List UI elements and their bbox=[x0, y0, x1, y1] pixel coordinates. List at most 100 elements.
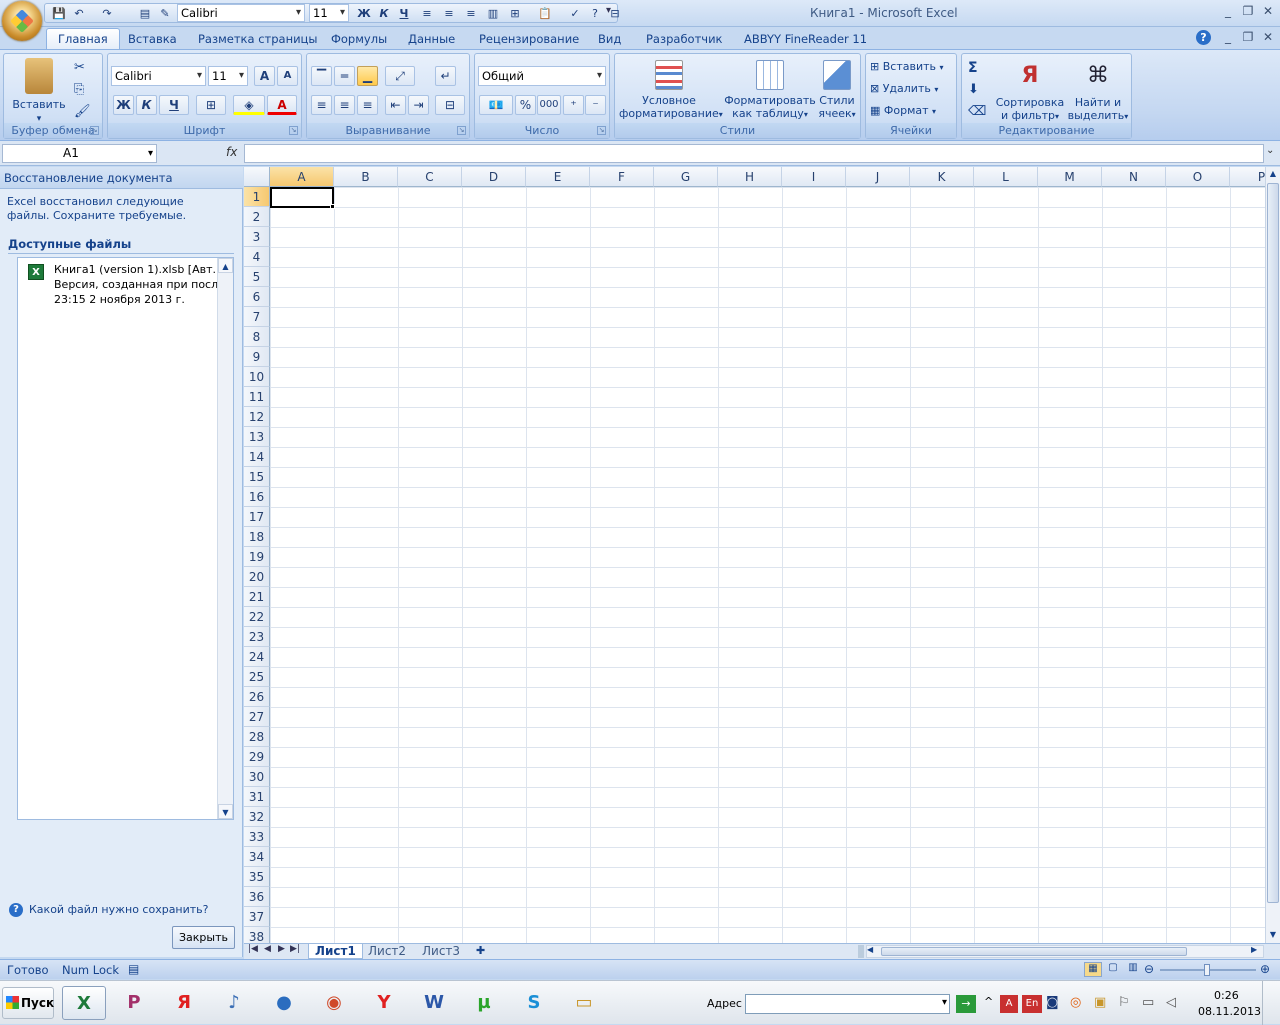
column-header[interactable]: L bbox=[974, 167, 1038, 187]
italic-button[interactable]: К bbox=[136, 95, 157, 115]
column-header[interactable]: D bbox=[462, 167, 526, 187]
recovered-file-item[interactable]: X Книга1 (version 1).xlsb [Авт... Версия… bbox=[20, 260, 229, 310]
next-sheet-icon[interactable]: ▶ bbox=[278, 944, 285, 954]
borders-icon[interactable]: ⊞ bbox=[196, 95, 226, 115]
tab-page-layout[interactable]: Разметка страницы bbox=[194, 30, 321, 49]
qat-font-combo[interactable]: Calibri bbox=[177, 4, 305, 22]
scroll-right-icon[interactable]: ▶ bbox=[1251, 945, 1257, 954]
align-center-icon[interactable]: ≡ bbox=[334, 95, 355, 115]
chrome-taskbar-icon[interactable]: ◉ bbox=[312, 986, 356, 1020]
row-header[interactable]: 17 bbox=[244, 507, 270, 527]
row-header[interactable]: 11 bbox=[244, 387, 270, 407]
excel-taskbar-icon[interactable]: X bbox=[62, 986, 106, 1020]
underline-button[interactable]: Ч bbox=[159, 95, 189, 115]
folder-taskbar-icon[interactable]: ▭ bbox=[562, 986, 606, 1020]
column-header[interactable]: F bbox=[590, 167, 654, 187]
row-header[interactable]: 8 bbox=[244, 327, 270, 347]
row-header[interactable]: 6 bbox=[244, 287, 270, 307]
row-header[interactable]: 14 bbox=[244, 447, 270, 467]
row-header[interactable]: 25 bbox=[244, 667, 270, 687]
row-header[interactable]: 19 bbox=[244, 547, 270, 567]
increase-indent-icon[interactable]: ⇥ bbox=[408, 95, 429, 115]
fill-icon[interactable]: ⬇ bbox=[968, 82, 979, 97]
tab-insert[interactable]: Вставка bbox=[124, 30, 181, 49]
go-icon[interactable]: → bbox=[956, 995, 976, 1013]
column-header[interactable]: N bbox=[1102, 167, 1166, 187]
address-dropdown-icon[interactable]: ▾ bbox=[942, 997, 947, 1008]
percent-button[interactable]: % bbox=[515, 95, 536, 115]
paste-special-icon[interactable]: 📋 bbox=[537, 6, 553, 21]
last-sheet-icon[interactable]: ▶| bbox=[290, 944, 300, 954]
active-cell[interactable] bbox=[270, 187, 334, 208]
formula-input[interactable] bbox=[244, 144, 1264, 163]
redo-icon[interactable]: ↷ bbox=[99, 6, 115, 21]
dialog-launcher-icon[interactable]: ↘ bbox=[90, 126, 99, 135]
doc-close-button[interactable]: ✕ bbox=[1258, 31, 1278, 45]
font-size-combo[interactable]: 11 bbox=[208, 66, 248, 86]
spell-icon[interactable]: ✓ bbox=[567, 6, 583, 21]
close-window-button[interactable]: ✕ bbox=[1258, 5, 1278, 19]
column-header[interactable]: C bbox=[398, 167, 462, 187]
h-scroll-thumb[interactable] bbox=[881, 947, 1187, 956]
align-right-icon[interactable]: ≡ bbox=[357, 95, 378, 115]
address-input[interactable]: ▾ bbox=[745, 994, 950, 1014]
row-header[interactable]: 38 bbox=[244, 927, 270, 943]
scroll-down-icon[interactable]: ▼ bbox=[1266, 928, 1280, 942]
language-indicator[interactable]: En bbox=[1022, 995, 1042, 1013]
format-cells-button[interactable]: ▦ Формат ▾ bbox=[870, 104, 936, 118]
tab-split-handle[interactable] bbox=[858, 945, 864, 958]
row-header[interactable]: 15 bbox=[244, 467, 270, 487]
merge-icon[interactable]: ⊞ bbox=[507, 6, 523, 21]
tab-data[interactable]: Данные bbox=[404, 30, 459, 49]
start-button[interactable]: Пуск bbox=[2, 987, 54, 1019]
dialog-launcher-icon[interactable]: ↘ bbox=[289, 126, 298, 135]
number-format-combo[interactable]: Общий bbox=[478, 66, 606, 86]
column-header[interactable]: M bbox=[1038, 167, 1102, 187]
column-header[interactable]: P bbox=[1230, 167, 1266, 187]
zoom-out-icon[interactable]: ⊖ bbox=[1144, 962, 1154, 976]
row-header[interactable]: 24 bbox=[244, 647, 270, 667]
qat-italic-button[interactable]: К bbox=[376, 6, 392, 21]
row-header[interactable]: 3 bbox=[244, 227, 270, 247]
publisher-taskbar-icon[interactable]: P bbox=[112, 986, 156, 1020]
column-header[interactable]: I bbox=[782, 167, 846, 187]
select-all-corner[interactable] bbox=[244, 167, 270, 187]
row-header[interactable]: 32 bbox=[244, 807, 270, 827]
tray-flag-icon[interactable]: ⚐ bbox=[1118, 995, 1130, 1010]
row-header[interactable]: 1 bbox=[244, 187, 270, 207]
align-top-icon[interactable]: ▔ bbox=[311, 66, 332, 86]
close-pane-button[interactable]: Закрыть bbox=[172, 926, 235, 949]
row-header[interactable]: 5 bbox=[244, 267, 270, 287]
align-bottom-icon[interactable]: ▁ bbox=[357, 66, 378, 86]
help-icon[interactable]: ? bbox=[587, 6, 603, 21]
page-break-view-icon[interactable]: ▥ bbox=[1124, 962, 1142, 977]
office-button[interactable] bbox=[2, 1, 42, 41]
scroll-thumb[interactable] bbox=[1267, 183, 1279, 903]
align-left-icon[interactable]: ≡ bbox=[419, 6, 435, 21]
fill-color-icon[interactable]: ◈ bbox=[233, 95, 265, 115]
column-header[interactable]: G bbox=[654, 167, 718, 187]
macro-record-icon[interactable]: ▤ bbox=[128, 962, 139, 976]
column-header[interactable]: K bbox=[910, 167, 974, 187]
column-header[interactable]: O bbox=[1166, 167, 1230, 187]
paste-button[interactable]: Вставить ▾ bbox=[12, 58, 66, 126]
first-sheet-icon[interactable]: |◀ bbox=[248, 944, 258, 954]
print-preview-icon[interactable]: ▤ bbox=[137, 6, 153, 21]
file-list-scrollbar[interactable]: ▲ ▼ bbox=[217, 258, 233, 819]
row-header[interactable]: 21 bbox=[244, 587, 270, 607]
cut-icon[interactable]: ✂ bbox=[74, 60, 85, 75]
yandex-taskbar-icon[interactable]: Я bbox=[162, 986, 206, 1020]
qat-bold-button[interactable]: Ж bbox=[356, 6, 372, 21]
sort-filter-button[interactable]: Я Сортировка и фильтр▾ bbox=[994, 60, 1066, 123]
format-as-table-button[interactable]: Форматировать как таблицу▾ bbox=[723, 60, 817, 121]
page-layout-view-icon[interactable]: ▢ bbox=[1104, 962, 1122, 977]
grow-font-button[interactable]: A bbox=[254, 66, 275, 86]
row-header[interactable]: 36 bbox=[244, 887, 270, 907]
normal-view-icon[interactable]: ▦ bbox=[1084, 962, 1102, 977]
clear-icon[interactable]: ⌫ bbox=[968, 104, 986, 119]
row-header[interactable]: 4 bbox=[244, 247, 270, 267]
column-header[interactable]: B bbox=[334, 167, 398, 187]
delete-cells-button[interactable]: ⊠ Удалить ▾ bbox=[870, 82, 938, 96]
minimize-button[interactable]: _ bbox=[1218, 5, 1238, 19]
find-select-button[interactable]: ⌘ Найти и выделить▾ bbox=[1066, 60, 1130, 123]
